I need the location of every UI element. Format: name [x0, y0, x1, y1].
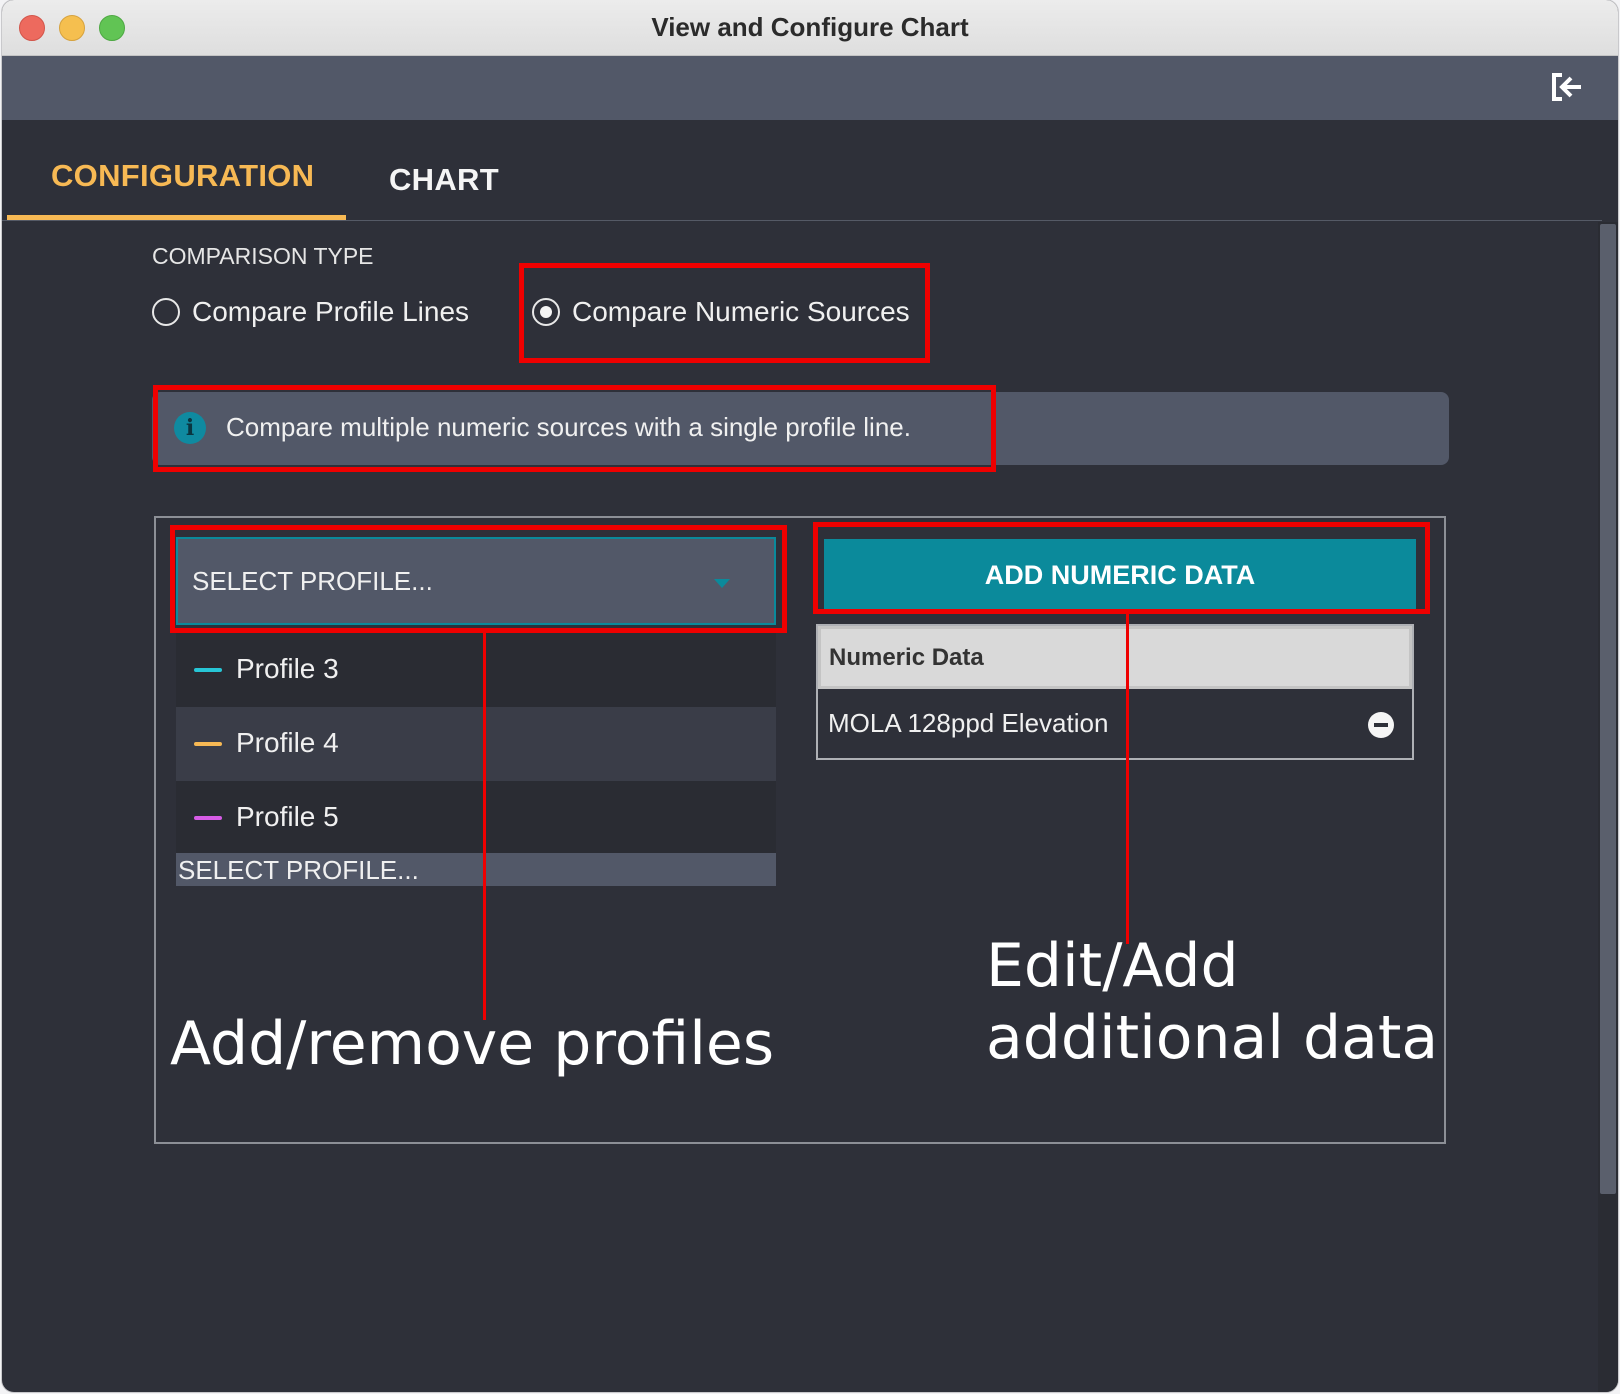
table-row[interactable]: MOLA 128ppd Elevation: [818, 690, 1412, 758]
line-swatch-icon: [194, 816, 222, 820]
dropdown-item-profile-5[interactable]: Profile 5: [176, 781, 776, 855]
profile-dropdown-list: Profile 3 Profile 4 Profile 5 SELECT PRO…: [176, 633, 776, 886]
dropdown-item-label: Profile 3: [236, 653, 339, 684]
table-header: Numeric Data: [818, 626, 1412, 689]
tab-chart[interactable]: CHART: [389, 162, 499, 198]
dropdown-item-profile-3[interactable]: Profile 3: [176, 633, 776, 707]
vertical-scrollbar[interactable]: [1598, 222, 1618, 1392]
column-header: Numeric Data: [829, 644, 984, 671]
comparison-type-label: COMPARISON TYPE: [152, 243, 374, 269]
annotation-edit-add-data: Edit/Add additional data: [986, 931, 1439, 1073]
active-tab-indicator: [7, 215, 346, 220]
highlight-box-add-button: [813, 522, 1430, 614]
remove-icon[interactable]: [1368, 712, 1394, 738]
dropdown-item-profile-4[interactable]: Profile 4: [176, 707, 776, 781]
dropdown-footer: SELECT PROFILE...: [176, 853, 776, 886]
radio-unchecked-icon: [152, 298, 180, 326]
line-swatch-icon: [194, 742, 222, 746]
toolbar: [2, 56, 1618, 120]
radio-label: Compare Profile Lines: [192, 296, 470, 327]
dropdown-item-label: Profile 5: [236, 801, 339, 832]
tab-bar: CONFIGURATION CHART: [2, 120, 1602, 221]
window-title: View and Configure Chart: [651, 12, 969, 42]
tab-configuration[interactable]: CONFIGURATION: [51, 158, 314, 194]
callout-line-left: [483, 633, 486, 1020]
numeric-data-table: Numeric Data MOLA 128ppd Elevation: [816, 624, 1414, 760]
exit-icon[interactable]: [1550, 72, 1584, 102]
dropdown-item-label: Profile 4: [236, 727, 339, 758]
highlight-box-radio: [519, 263, 930, 363]
callout-line-right: [1126, 614, 1129, 944]
highlight-box-select: [170, 525, 787, 633]
scrollbar-thumb[interactable]: [1600, 224, 1616, 1194]
highlight-box-info: [153, 385, 996, 472]
dropdown-footer-text: SELECT PROFILE...: [178, 855, 419, 885]
compare-profile-lines-radio[interactable]: Compare Profile Lines: [152, 296, 469, 328]
annotation-add-remove-profiles: Add/remove profiles: [170, 1009, 775, 1079]
numeric-source-name: MOLA 128ppd Elevation: [828, 708, 1109, 738]
title-bar: View and Configure Chart: [2, 0, 1618, 56]
line-swatch-icon: [194, 668, 222, 672]
